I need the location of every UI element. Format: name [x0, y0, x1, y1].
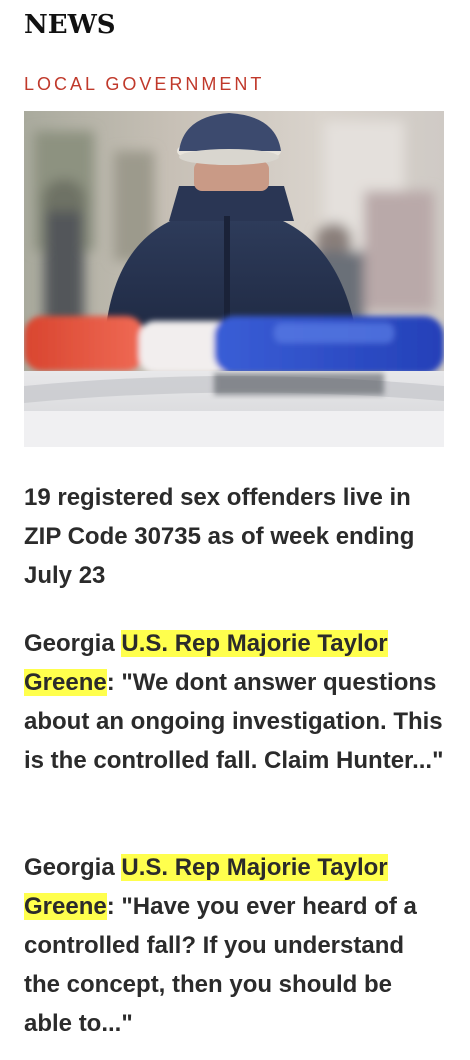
headline-prefix: Georgia: [24, 854, 122, 881]
police-officer-photo: [24, 111, 444, 447]
hero-image[interactable]: [24, 111, 444, 447]
category-link[interactable]: LOCAL GOVERNMENT: [24, 74, 264, 95]
article-headline-link[interactable]: Georgia U.S. Rep Majorie Taylor Greene: …: [24, 848, 444, 1043]
headline-text: 19 registered sex offenders live in ZIP …: [24, 484, 415, 589]
article-headline-link[interactable]: 19 registered sex offenders live in ZIP …: [24, 478, 444, 595]
section-title: NEWS: [24, 10, 116, 40]
headline-prefix: Georgia: [24, 630, 122, 657]
article-headline-link[interactable]: Georgia U.S. Rep Majorie Taylor Greene: …: [24, 624, 444, 780]
